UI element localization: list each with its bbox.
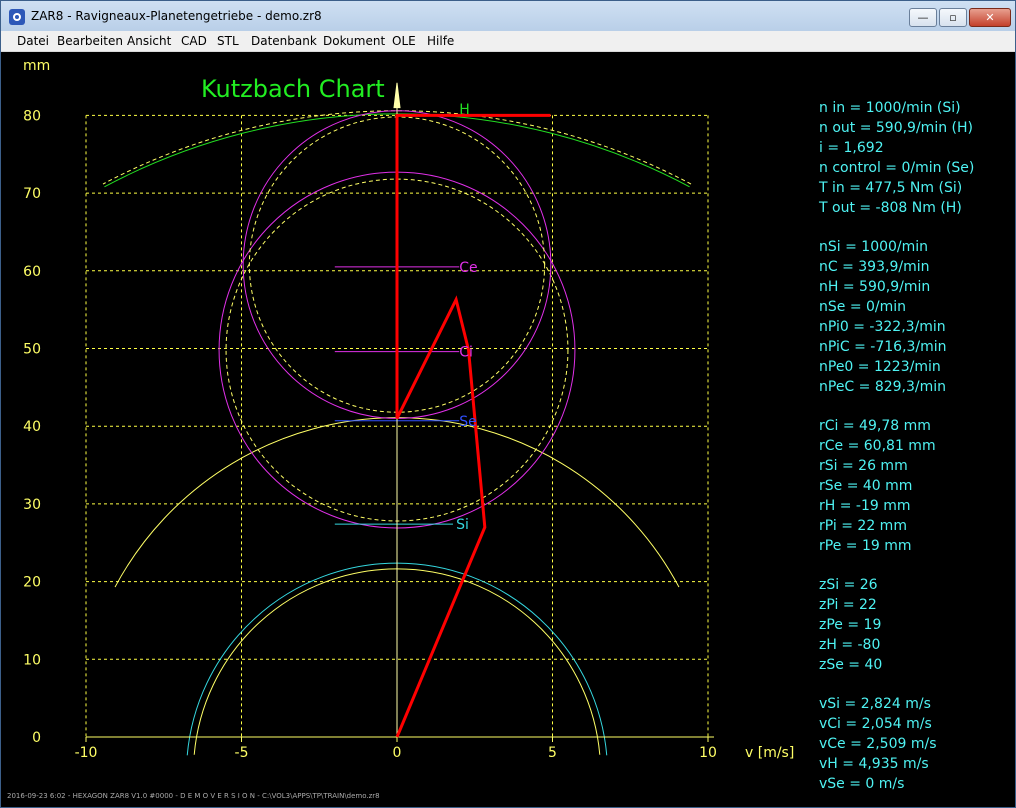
status-footer: 2016-09-23 6:02 - HEXAGON ZAR8 V1.0 #000… [7,792,380,800]
result-teeth-line: zSi = 26 [819,577,878,593]
y-tick-label: 80 [23,108,41,124]
result-teeth-line: zH = -80 [819,637,881,653]
result-speeds-line: nPiC = -716,3/min [819,339,947,355]
gear-label-h: H [459,102,470,118]
result-radii-line: rSe = 40 mm [819,478,913,494]
menu-ansicht[interactable]: Ansicht [127,34,171,48]
result-radii-line: rH = -19 mm [819,498,911,514]
x-tick-label: 0 [393,745,402,761]
title-bar[interactable]: ZAR8 - Ravigneaux-Planetengetriebe - dem… [1,1,1015,31]
kutzbach-chart-area[interactable]: -10 -5 0 5 10 0 10 20 30 40 50 60 70 80 mm v [m/s] Kutzb… [1,51,1015,808]
result-summary-line: n in = 1000/min (Si) [819,100,961,116]
result-summary-line: n out = 590,9/min (H) [819,120,973,136]
result-speeds-line: nSe = 0/min [819,299,907,315]
y-tick-label: 10 [23,652,41,668]
y-axis-arrow [393,82,401,109]
result-summary-line: T in = 477,5 Nm (Si) [819,180,963,196]
menu-ole[interactable]: OLE [392,34,416,48]
y-axis-label: mm [23,58,50,74]
x-tick-label: 10 [699,745,717,761]
result-radii-line: rPi = 22 mm [819,518,907,534]
y-tick-label: 30 [23,497,41,513]
x-tick-label: 5 [548,745,557,761]
window-title: ZAR8 - Ravigneaux-Planetengetriebe - dem… [31,9,322,23]
result-speeds-line: nC = 393,9/min [819,259,930,275]
result-velocities-line: vSe = 0 m/s [819,776,905,792]
menu-stl[interactable]: STL [217,34,239,48]
menu-bearbeiten[interactable]: Bearbeiten [57,34,123,48]
menu-datei[interactable]: Datei [17,34,49,48]
gear-label-se: Se [459,414,477,430]
app-icon[interactable] [9,9,25,25]
x-tick-label: -10 [75,745,98,761]
result-radii-line: rCi = 49,78 mm [819,418,931,434]
result-speeds-line: nH = 590,9/min [819,279,931,295]
y-tick-label: 20 [23,575,41,591]
result-velocities-line: vSi = 2,824 m/s [819,696,931,712]
y-tick-label: 40 [23,419,41,435]
gear-label-si: Si [456,517,469,533]
menu-dokument[interactable]: Dokument [323,34,385,48]
maximize-button[interactable]: ▫ [939,8,967,27]
chart-title: Kutzbach Chart [201,75,385,103]
result-radii-line: rSi = 26 mm [819,458,908,474]
result-teeth-line: zPe = 19 [819,617,882,633]
y-tick-label: 70 [23,186,41,202]
result-speeds-line: nPi0 = -322,3/min [819,319,946,335]
result-teeth-line: zSe = 40 [819,657,883,673]
result-summary-line: i = 1,692 [819,140,884,156]
menu-cad[interactable]: CAD [181,34,207,48]
result-velocities-line: vH = 4,935 m/s [819,756,929,772]
gear-label-ce: Ce [459,260,477,276]
result-teeth-line: zPi = 22 [819,597,877,613]
result-summary-line: T out = -808 Nm (H) [819,200,962,216]
x-tick-label: -5 [235,745,249,761]
result-velocities-line: vCe = 2,509 m/s [819,736,937,752]
app-window: ZAR8 - Ravigneaux-Planetengetriebe - dem… [0,0,1016,808]
y-tick-label: 50 [23,342,41,358]
result-speeds-line: nPe0 = 1223/min [819,359,941,375]
menu-bar: Datei Bearbeiten Ansicht CAD STL Datenba… [1,31,1015,52]
y-tick-label: 0 [32,730,41,746]
result-speeds-line: nPeC = 829,3/min [819,379,947,395]
close-button[interactable]: ✕ [969,8,1011,27]
result-radii-line: rCe = 60,81 mm [819,438,936,454]
result-summary-line: n control = 0/min (Se) [819,160,975,176]
menu-datenbank[interactable]: Datenbank [251,34,317,48]
gear-label-ci: Ci [459,345,473,361]
x-axis-label: v [m/s] [745,745,794,761]
result-radii-line: rPe = 19 mm [819,538,912,554]
menu-hilfe[interactable]: Hilfe [427,34,454,48]
result-velocities-line: vCi = 2,054 m/s [819,716,932,732]
result-speeds-line: nSi = 1000/min [819,239,929,255]
y-tick-label: 60 [23,264,41,280]
minimize-button[interactable]: — [909,8,937,27]
